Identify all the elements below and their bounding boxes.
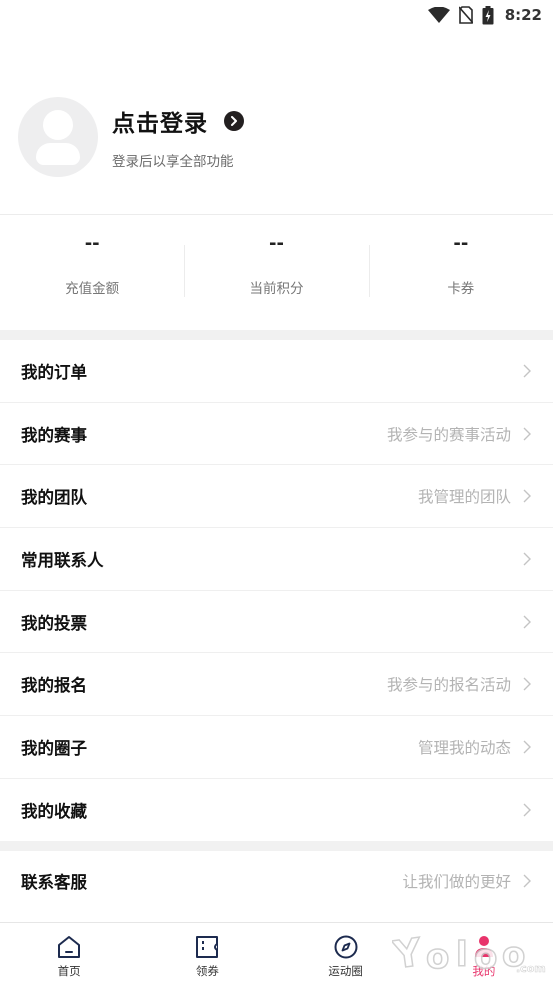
chevron-right-icon [523,677,531,691]
menu-item-hint: 我参与的报名活动 [386,676,511,695]
menu-item-label: 联系客服 [21,873,87,892]
status-time: 8:22 [504,6,542,24]
stat-points[interactable]: -- 当前积分 [184,234,368,299]
no-sim-icon [458,6,473,24]
menu-item-my-orders[interactable]: 我的订单 [0,340,553,403]
chevron-right-icon [523,615,531,629]
stat-label: 充值金额 [65,280,120,297]
stat-recharge-amount[interactable]: -- 充值金额 [0,234,184,299]
tab-home[interactable]: 首页 [0,923,138,983]
profile-screen: 8:22 点击登录 登录后以享全部功能 -- 充值金额 -- 当前积分 -- 卡… [0,0,553,983]
menu-item-label: 我的团队 [21,488,87,508]
chevron-right-icon [523,874,531,888]
menu-item-my-events[interactable]: 我的赛事 我参与的赛事活动 [0,402,553,466]
menu-list-support: 联系客服 让我们做的更好 [0,851,553,911]
ticket-icon [196,936,219,958]
tab-coupons[interactable]: 领券 [138,923,276,983]
chevron-right-icon [523,740,531,754]
tab-label: 首页 [57,964,81,978]
chevron-right-icon [523,803,531,817]
chevron-right-icon [523,552,531,566]
section-separator [0,330,553,340]
wifi-icon [427,7,450,23]
status-bar: 8:22 [0,0,553,30]
menu-item-my-circle[interactable]: 我的圈子 管理我的动态 [0,716,553,779]
menu-item-customer-service[interactable]: 联系客服 让我们做的更好 [0,851,553,911]
chevron-right-icon [523,489,531,503]
menu-item-my-registrations[interactable]: 我的报名 我参与的报名活动 [0,653,553,717]
stat-value: -- [84,232,100,254]
menu-item-label: 我的报名 [21,676,87,696]
battery-charging-icon [482,5,494,24]
menu-item-label: 我的订单 [21,362,87,382]
menu-item-hint: 我参与的赛事活动 [386,425,511,444]
login-subtitle: 登录后以享全部功能 [112,154,234,170]
stats-row: -- 充值金额 -- 当前积分 -- 卡券 [0,214,553,330]
menu-item-hint: 让我们做的更好 [402,873,511,891]
section-separator [0,841,553,851]
login-arrow-icon[interactable] [224,111,244,131]
tab-sports-circle[interactable]: 运动圈 [277,923,415,983]
avatar[interactable] [18,97,98,177]
tab-mine[interactable]: 我的 [415,923,553,983]
stat-value: -- [269,232,284,254]
compass-icon [334,935,358,959]
home-icon [58,936,81,958]
menu-item-label: 常用联系人 [21,550,104,570]
menu-item-my-votes[interactable]: 我的投票 [0,590,553,654]
menu-item-label: 我的收藏 [21,802,87,822]
menu-item-label: 我的投票 [21,613,87,633]
menu-item-hint: 管理我的动态 [417,738,511,757]
tab-label: 运动圈 [328,964,363,978]
menu-item-label: 我的赛事 [21,425,87,445]
stat-coupons[interactable]: -- 卡券 [368,234,553,299]
profile-icon [474,936,493,957]
menu-item-label: 我的圈子 [21,738,87,758]
login-title[interactable]: 点击登录 [112,104,208,138]
menu-item-my-team[interactable]: 我的团队 我管理的团队 [0,465,553,529]
stat-label: 当前积分 [249,280,304,297]
chevron-right-icon [523,364,531,378]
stat-value: -- [453,232,469,254]
chevron-right-icon [523,427,531,441]
menu-item-hint: 我管理的团队 [417,488,511,507]
bottom-tab-bar: 首页 领券 运动圈 我的 [0,922,553,983]
stat-label: 卡券 [447,280,475,297]
tab-label: 我的 [472,964,496,978]
menu-item-favorites[interactable]: 我的收藏 [0,778,553,842]
menu-item-contacts[interactable]: 常用联系人 [0,528,553,591]
tab-label: 领券 [195,964,219,978]
menu-list: 我的订单 我的赛事 我参与的赛事活动 我的团队 我管理的团队 常用联系人 我的投… [0,340,553,842]
profile-header[interactable]: 点击登录 登录后以享全部功能 [18,96,553,178]
